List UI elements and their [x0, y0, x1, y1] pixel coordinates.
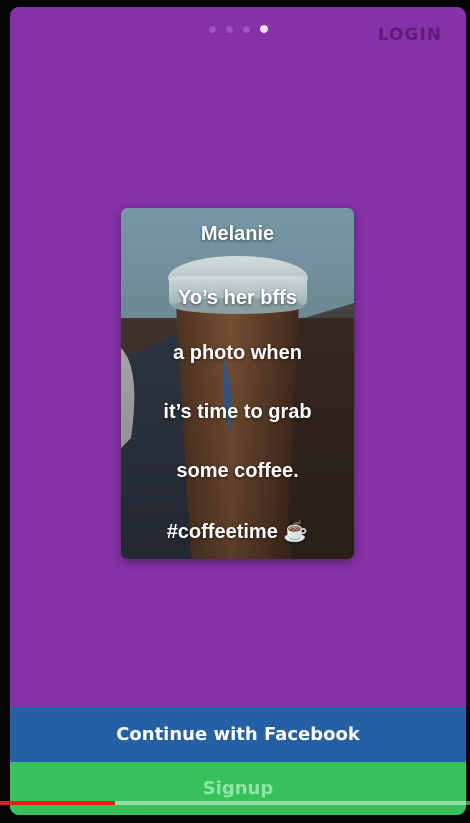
signup-button[interactable]: Signup — [10, 762, 466, 815]
page-indicator — [209, 25, 268, 33]
page-dot[interactable] — [209, 25, 216, 33]
story-card: Melanie Yo’s her bffs a photo when it’s … — [121, 208, 354, 559]
continue-with-facebook-button[interactable]: Continue with Facebook — [10, 707, 466, 762]
caption-line: Melanie — [200, 223, 275, 245]
page-dot[interactable] — [226, 25, 233, 33]
video-progress-bar[interactable] — [0, 801, 470, 805]
caption-line: Yo’s her bffs — [178, 287, 297, 309]
video-frame: LOGIN Melanie Yo’s her bffs a photo when… — [0, 0, 470, 823]
video-progress-played — [0, 801, 116, 805]
caption-line: #coffeetime ☕ — [166, 521, 309, 543]
login-button[interactable]: LOGIN — [378, 25, 442, 45]
caption-line: a photo when — [173, 342, 302, 364]
onboarding-screen: LOGIN Melanie Yo’s her bffs a photo when… — [10, 7, 466, 815]
caption-line: it’s time to grab — [163, 401, 312, 423]
page-dot[interactable] — [243, 25, 250, 33]
page-dot-active[interactable] — [260, 25, 268, 33]
caption-line: some coffee. — [176, 460, 299, 482]
story-caption: Melanie Yo’s her bffs a photo when it’s … — [121, 208, 354, 559]
